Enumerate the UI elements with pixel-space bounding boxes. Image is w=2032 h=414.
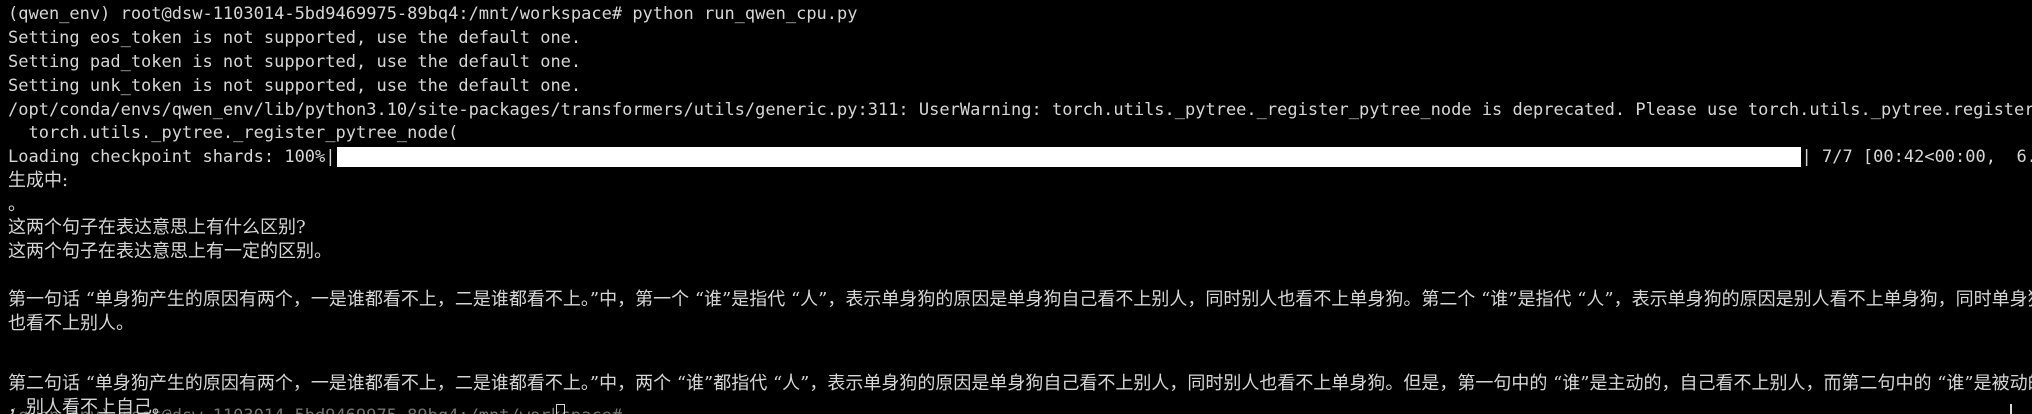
- progress-label: Loading checkpoint shards: 100%|: [8, 147, 336, 167]
- warning-source-line: torch.utils._pytree._register_pytree_nod…: [8, 123, 459, 143]
- pad-token-warning: Setting pad_token is not supported, use …: [8, 52, 582, 72]
- output-answer-intro: 这两个句子在表达意思上有一定的区别。: [8, 241, 332, 262]
- output-paragraph-1: 第一句话 “单身狗产生的原因有两个，一是谁都看不上，二是谁都看不上。”中，第一个…: [8, 289, 2032, 310]
- output-paragraph-1-cont: 也看不上别人。: [8, 313, 134, 334]
- next-prompt: (qwen_env) root@dsw-1103014-5bd9469975-8…: [8, 404, 632, 414]
- progress-bar-fill: [336, 147, 1801, 167]
- output-dot: 。: [8, 194, 26, 215]
- checkpoint-progress: Loading checkpoint shards: 100%| | 7/7 […: [8, 145, 2032, 169]
- scrollbar-thumb[interactable]: [2010, 404, 2012, 414]
- generating-label: 生成中:: [8, 170, 69, 191]
- terminal-window[interactable]: (qwen_env) root@dsw-1103014-5bd9469975-8…: [0, 0, 2032, 414]
- progress-suffix: | 7/7 [00:42<00:00, 6.01s/it]: [1801, 147, 2032, 167]
- unk-token-warning: Setting unk_token is not supported, use …: [8, 76, 582, 96]
- eos-token-warning: Setting eos_token is not supported, use …: [8, 28, 582, 48]
- progress-bar: [336, 147, 1801, 167]
- output-question: 这两个句子在表达意思上有什么区别?: [8, 217, 306, 238]
- command-line: (qwen_env) root@dsw-1103014-5bd9469975-8…: [8, 4, 858, 24]
- text-cursor: [556, 404, 565, 414]
- output-paragraph-2: 第二句话 “单身狗产生的原因有两个，一是谁都看不上，二是谁都看不上。”中，两个 …: [8, 373, 2032, 394]
- pytree-user-warning: /opt/conda/envs/qwen_env/lib/python3.10/…: [8, 100, 2032, 120]
